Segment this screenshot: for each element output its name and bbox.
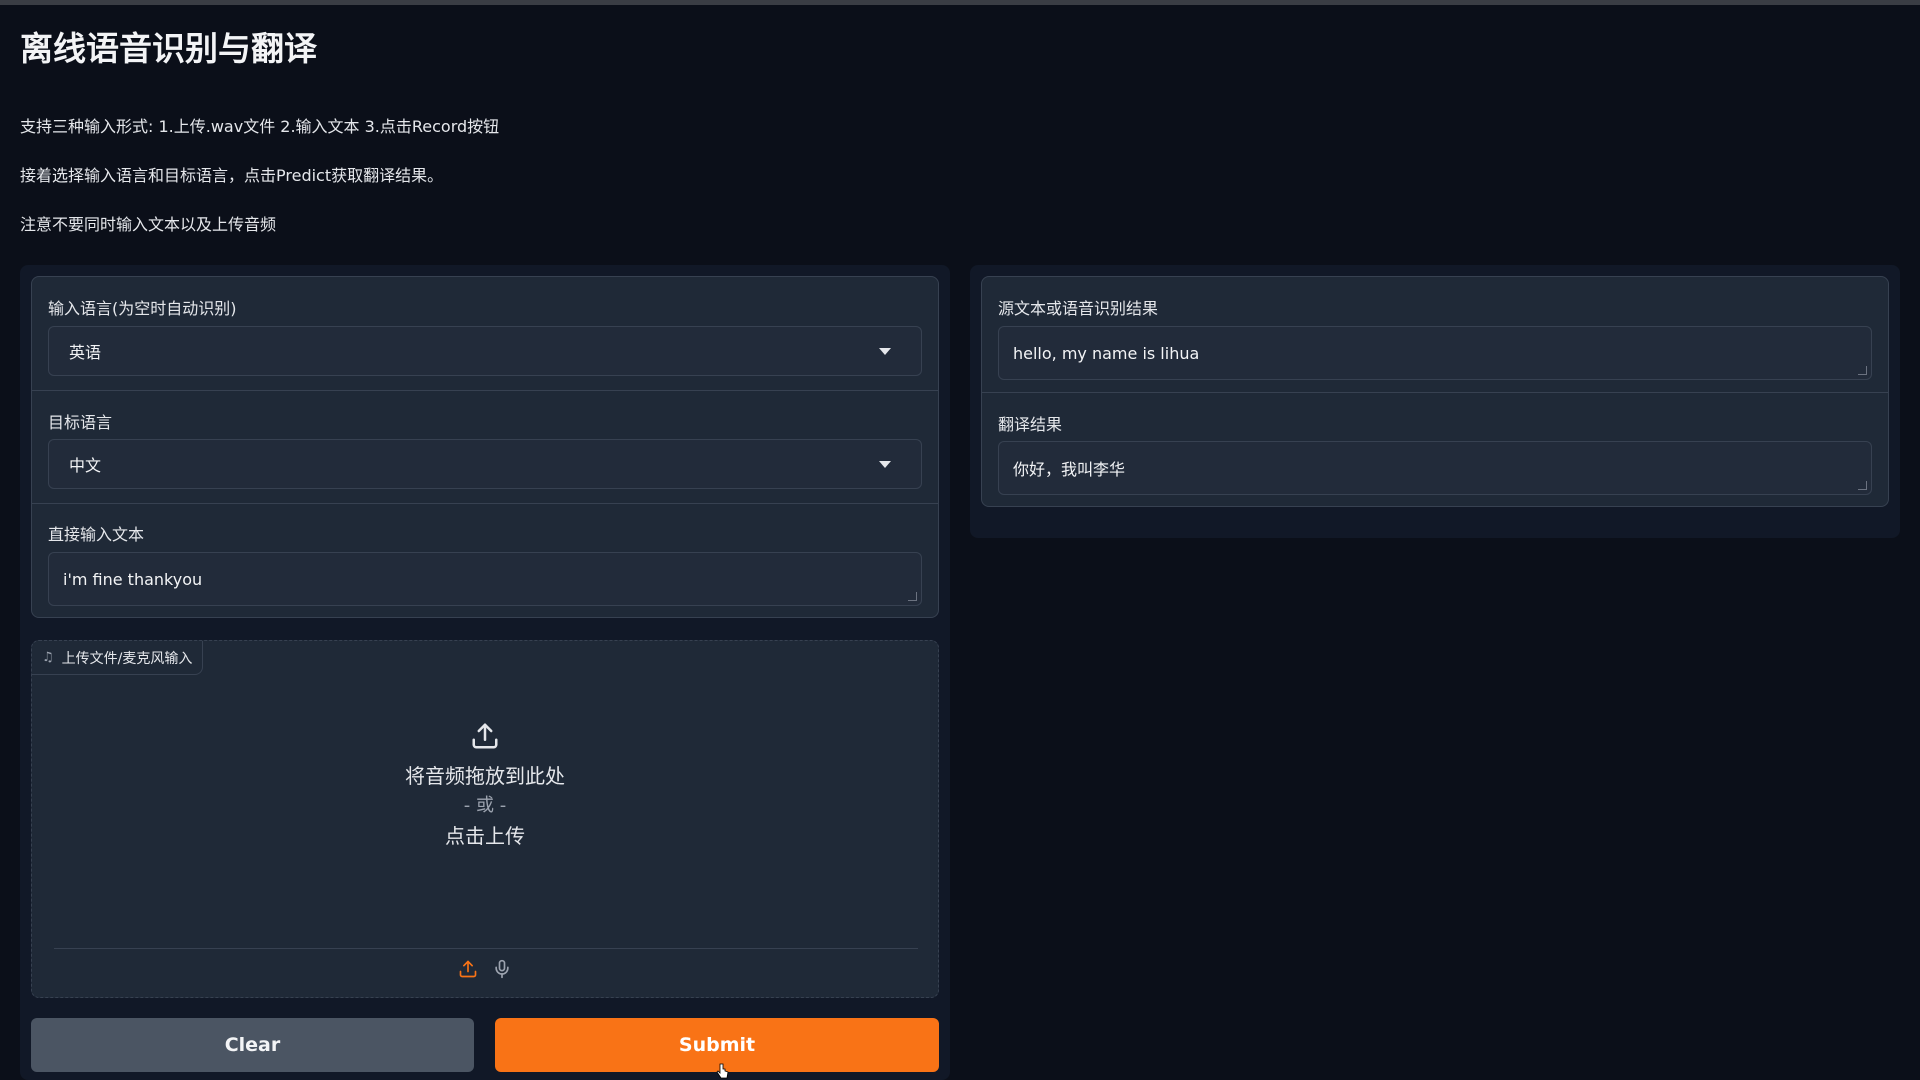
click-upload-text: 点击上传: [445, 824, 525, 848]
translation-output[interactable]: 你好，我叫李华: [998, 441, 1872, 495]
description-line-2: 接着选择输入语言和目标语言，点击Predict获取翻译结果。: [20, 166, 444, 185]
clear-button[interactable]: Clear: [31, 1018, 474, 1072]
window-top-border: [0, 0, 1920, 5]
direct-text-value: i'm fine thankyou: [63, 569, 203, 589]
input-language-dropdown[interactable]: 英语: [48, 326, 922, 376]
source-text-label: 源文本或语音识别结果: [998, 299, 1159, 318]
target-language-label: 目标语言: [48, 413, 113, 432]
page-title: 离线语音识别与翻译: [20, 29, 317, 68]
target-language-value: 中文: [69, 456, 102, 475]
direct-text-label: 直接输入文本: [48, 525, 145, 544]
upload-icon: [472, 723, 498, 749]
audio-upload-label: ♫ 上传文件/麦克风输入: [32, 641, 204, 675]
resize-handle-icon[interactable]: [1858, 366, 1867, 375]
upload-divider: [54, 948, 918, 949]
microphone-icon[interactable]: [492, 959, 512, 979]
upload-icon[interactable]: [458, 959, 478, 979]
or-text: - 或 -: [463, 795, 507, 816]
output-column: 源文本或语音识别结果 hello, my name is lihua 翻译结果 …: [970, 265, 1900, 538]
direct-text-input[interactable]: i'm fine thankyou: [48, 552, 922, 606]
source-text-value: hello, my name is lihua: [1013, 343, 1200, 363]
output-form: 源文本或语音识别结果 hello, my name is lihua 翻译结果 …: [981, 276, 1889, 507]
audio-upload-label-text: 上传文件/麦克风输入: [61, 650, 193, 667]
direct-text-section: 直接输入文本 i'm fine thankyou: [32, 503, 938, 619]
input-language-value: 英语: [69, 343, 102, 362]
input-column: 输入语言(为空时自动识别) 英语 目标语言 中文 直接输入文本 i'm fine…: [20, 265, 950, 1080]
source-text-section: 源文本或语音识别结果 hello, my name is lihua: [982, 277, 1888, 392]
translation-label: 翻译结果: [998, 415, 1063, 434]
input-form: 输入语言(为空时自动识别) 英语 目标语言 中文 直接输入文本 i'm fine…: [31, 276, 939, 618]
description-line-3: 注意不要同时输入文本以及上传音频: [20, 215, 277, 234]
translation-value: 你好，我叫李华: [1013, 460, 1126, 479]
translation-section: 翻译结果 你好，我叫李华: [982, 392, 1888, 508]
drop-audio-text: 将音频拖放到此处: [405, 764, 565, 788]
resize-handle-icon[interactable]: [908, 592, 917, 601]
target-language-dropdown[interactable]: 中文: [48, 439, 922, 489]
chevron-down-icon: [879, 348, 891, 355]
input-language-section: 输入语言(为空时自动识别) 英语: [32, 277, 938, 390]
input-language-label: 输入语言(为空时自动识别): [48, 299, 237, 318]
mouse-pointer-icon: [716, 1063, 729, 1079]
audio-upload-area[interactable]: ♫ 上传文件/麦克风输入 将音频拖放到此处 - 或 - 点击上传: [31, 640, 939, 998]
audio-source-selector: [32, 959, 938, 979]
description-line-1: 支持三种输入形式: 1.上传.wav文件 2.输入文本 3.点击Record按钮: [20, 117, 500, 136]
resize-handle-icon[interactable]: [1858, 481, 1867, 490]
target-language-section: 目标语言 中文: [32, 390, 938, 503]
music-note-icon: ♫: [42, 650, 54, 665]
chevron-down-icon: [879, 461, 891, 468]
audio-drop-zone[interactable]: 将音频拖放到此处 - 或 - 点击上传: [32, 721, 938, 851]
source-text-output[interactable]: hello, my name is lihua: [998, 326, 1872, 380]
